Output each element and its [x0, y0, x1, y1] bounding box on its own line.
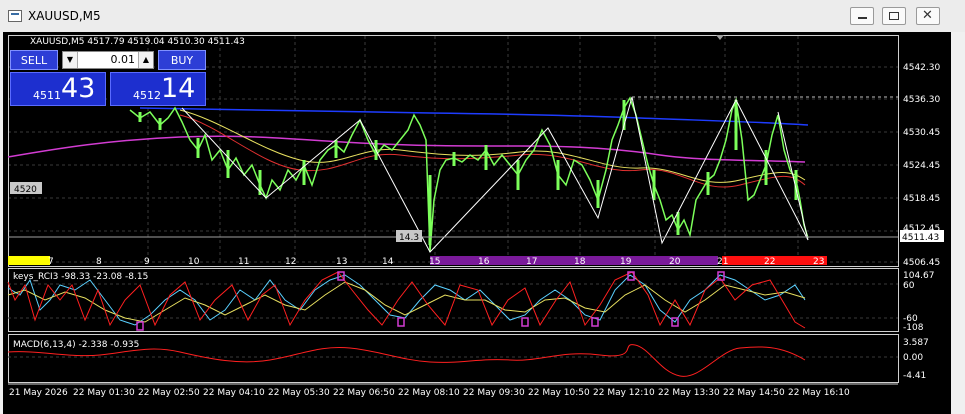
buy-button[interactable]: BUY [158, 50, 206, 70]
time-tick: 22 May 12:10 [593, 388, 655, 398]
hour-label: 16 [478, 257, 490, 267]
minimize-icon [858, 17, 867, 19]
window-titlebar: XAUUSD,M5 ✕ [0, 0, 965, 32]
time-tick: 22 May 13:30 [658, 388, 720, 398]
hour-label: 19 [620, 257, 632, 267]
price-tick: 4542.30 [903, 63, 940, 73]
hour-label: 8 [96, 257, 102, 267]
price-tick: 4518.45 [903, 194, 940, 204]
hour-label: 9 [144, 257, 150, 267]
minimize-button[interactable] [850, 7, 874, 25]
lot-decrease-icon[interactable]: ▼ [63, 52, 78, 68]
sell-button[interactable]: SELL [10, 50, 58, 70]
maximize-icon [889, 12, 899, 20]
price-tick: 4524.45 [903, 161, 940, 171]
hour-label: 21 [717, 257, 728, 267]
hour-band-start [8, 256, 50, 265]
bid-price-big: 43 [61, 73, 96, 104]
close-icon: ✕ [922, 8, 933, 23]
ask-price-big: 14 [161, 73, 196, 104]
hour-label: 13 [336, 257, 347, 267]
bid-price-button[interactable]: 4511 43 [10, 72, 106, 106]
maximize-button[interactable] [882, 7, 906, 25]
close-button[interactable]: ✕ [916, 7, 940, 25]
time-tick: 22 May 16:10 [788, 388, 850, 398]
time-axis: 21 May 2026 22 May 01:30 22 May 02:50 22… [9, 388, 850, 398]
rci-signal-markers [136, 271, 725, 331]
chart-window-icon [8, 10, 22, 22]
bid-price-small: 4511 [33, 89, 61, 102]
hour-label: 7 [48, 257, 54, 267]
hour-label: 23 [813, 257, 824, 267]
time-tick: 22 May 01:30 [73, 388, 135, 398]
rci-level: 104.67 [903, 271, 935, 281]
macd-axis: 3.587 0.00 -4.41 [903, 338, 929, 381]
macd-label: MACD(6,13,4) -2.338 -0.935 [13, 340, 139, 350]
time-tick: 22 May 14:50 [723, 388, 785, 398]
price-tick: 4530.45 [903, 128, 940, 138]
candle-bodies [138, 100, 798, 245]
macd-level: 3.587 [903, 338, 929, 348]
time-tick: 22 May 09:30 [463, 388, 525, 398]
macd-level: -4.41 [903, 371, 926, 381]
time-tick: 22 May 06:50 [333, 388, 395, 398]
current-price-value: 4511.43 [902, 233, 939, 243]
hour-label: 18 [574, 257, 586, 267]
rci-level: -108 [903, 323, 924, 333]
lot-increase-icon[interactable]: ▲ [138, 52, 153, 68]
spread-label: 14.3 [399, 233, 419, 243]
hour-label: 22 [764, 257, 775, 267]
hour-label: 12 [285, 257, 296, 267]
hour-label: 14 [382, 257, 394, 267]
time-tick: 22 May 02:50 [138, 388, 200, 398]
ask-price-small: 4512 [133, 89, 161, 102]
price-tick: 4506.45 [903, 258, 940, 268]
time-tick: 22 May 05:30 [268, 388, 330, 398]
lot-size-stepper[interactable]: ▼ 0.01 ▲ [62, 51, 154, 69]
ma-line-magenta [7, 135, 806, 163]
ma-line-blue [139, 107, 809, 126]
rci-label: keys_RCI3 -98.33 -23.08 -8.15 [13, 272, 148, 282]
hour-label: 11 [238, 257, 249, 267]
left-price-label: 4520 [14, 185, 37, 195]
lot-size-value[interactable]: 0.01 [111, 53, 136, 66]
ask-price-button[interactable]: 4512 14 [110, 72, 206, 106]
time-tick: 21 May 2026 [9, 388, 68, 398]
macd-level: 0.00 [903, 353, 923, 363]
chart-shift-marker[interactable] [716, 35, 724, 40]
chart-header: XAUUSD,M5 4517.79 4519.04 4510.30 4511.4… [30, 37, 245, 47]
hour-label: 15 [429, 257, 440, 267]
window-title: XAUUSD,M5 [28, 9, 101, 23]
time-tick: 22 May 04:10 [203, 388, 265, 398]
one-click-trading-panel: SELL ▼ 0.01 ▲ BUY 4511 43 4512 14 [10, 50, 206, 106]
hour-label: 20 [669, 257, 681, 267]
time-tick: 22 May 10:50 [528, 388, 590, 398]
rci-level: 60 [903, 281, 915, 291]
rci-axis: 104.67 60 -60 -108 [903, 271, 935, 333]
time-tick: 22 May 08:10 [398, 388, 460, 398]
price-tick: 4536.30 [903, 95, 940, 105]
hour-label: 17 [526, 257, 537, 267]
hour-label: 10 [188, 257, 200, 267]
